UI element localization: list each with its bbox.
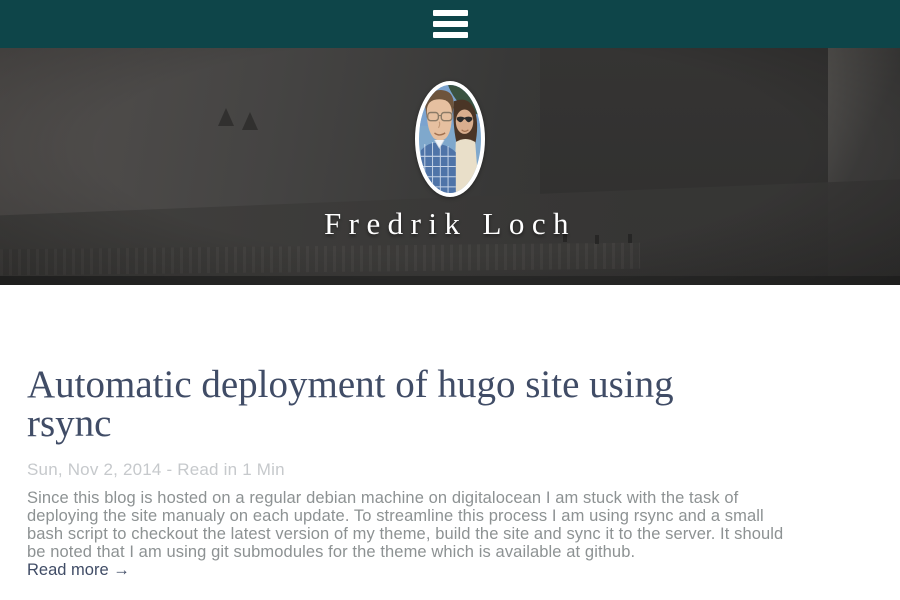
post-title-link[interactable]: Automatic deployment of hugo site using …	[27, 365, 880, 443]
top-nav-bar	[0, 0, 900, 48]
post-list: Automatic deployment of hugo site using …	[0, 285, 900, 580]
post-excerpt: Since this blog is hosted on a regular d…	[27, 489, 880, 561]
avatar-photo	[419, 85, 481, 193]
hamburger-bar	[433, 10, 468, 16]
read-more-link[interactable]: Read more →	[27, 561, 130, 579]
author-avatar	[415, 81, 485, 197]
post-preview: Automatic deployment of hugo site using …	[27, 365, 880, 580]
post-meta: Sun, Nov 2, 2014 - Read in 1 Min	[27, 460, 880, 480]
menu-button[interactable]	[427, 4, 473, 44]
hamburger-bar	[433, 21, 468, 27]
site-author-name: Fredrik Loch	[0, 206, 900, 242]
hamburger-bar	[433, 32, 468, 38]
hero-banner: Fredrik Loch	[0, 48, 900, 285]
